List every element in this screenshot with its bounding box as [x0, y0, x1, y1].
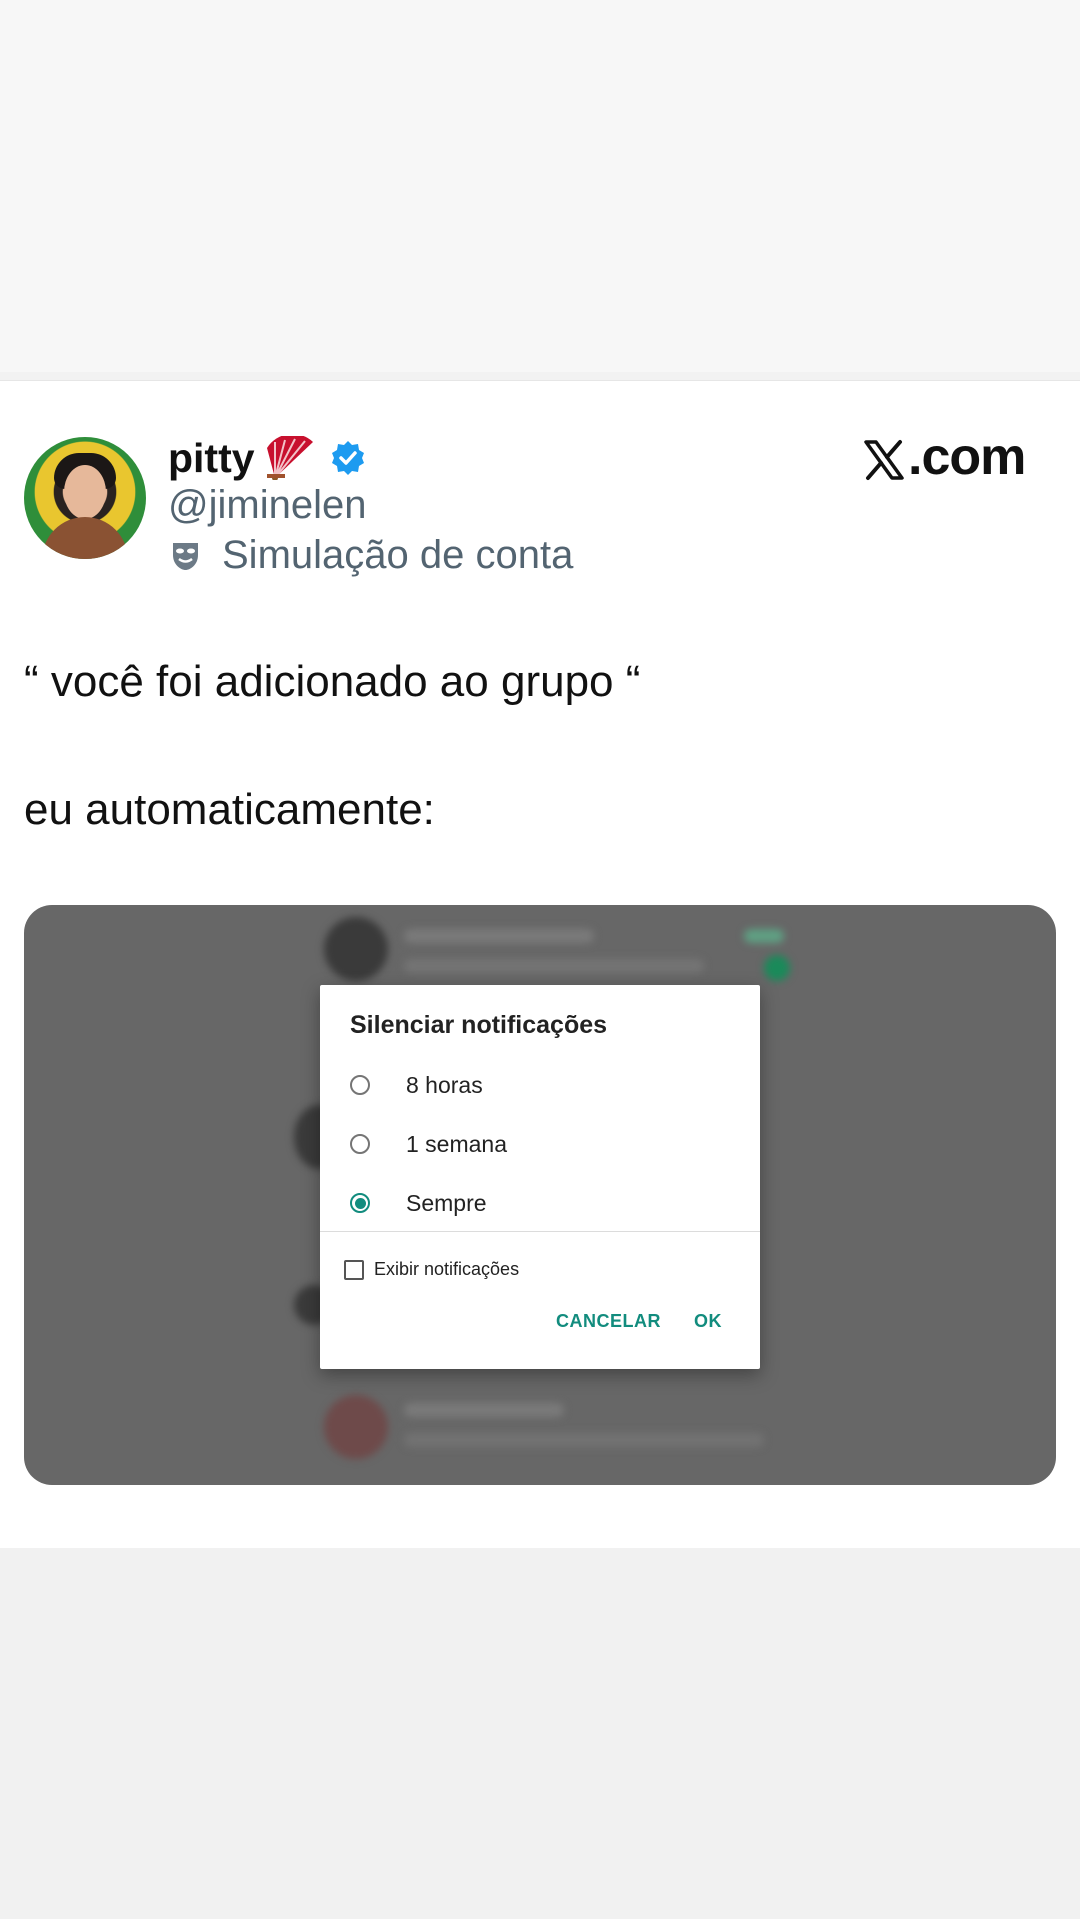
- avatar[interactable]: [24, 437, 146, 559]
- display-name[interactable]: pitty: [168, 435, 255, 482]
- radio-button[interactable]: [350, 1075, 370, 1095]
- name-row: pitty: [168, 433, 367, 483]
- ok-button[interactable]: OK: [694, 1311, 722, 1332]
- account-simulation-row: Simulação de conta: [170, 533, 573, 578]
- mute-notifications-dialog: Silenciar notificações 8 horas 1 semana …: [320, 985, 760, 1369]
- show-notifications-checkbox[interactable]: [344, 1259, 364, 1280]
- radio-button-selected[interactable]: [350, 1193, 370, 1213]
- brand-text: .com: [908, 428, 1026, 486]
- tweet-text-line-1: “ você foi adicionado ao grupo “: [24, 657, 641, 706]
- tweet-text-line-2: eu automaticamente:: [24, 785, 435, 834]
- option-label: 1 semana: [406, 1130, 508, 1157]
- tweet-media[interactable]: Silenciar notificações 8 horas 1 semana …: [24, 905, 1056, 1485]
- dialog-title: Silenciar notificações: [350, 1011, 608, 1039]
- user-handle[interactable]: @jiminelen: [168, 483, 366, 528]
- account-simulation-label: Simulação de conta: [222, 533, 574, 577]
- x-logo-icon: [862, 435, 906, 480]
- top-blank-area: [0, 0, 1080, 372]
- show-notifications-row[interactable]: Exibir notificações: [344, 1259, 519, 1280]
- option-label: 8 horas: [406, 1071, 483, 1098]
- option-label: Sempre: [406, 1189, 487, 1216]
- cancel-button[interactable]: CANCELAR: [556, 1311, 661, 1332]
- tweet-card: pitty @jiminelen Simulação de conta .com…: [0, 380, 1080, 1549]
- option-8-horas[interactable]: 8 horas: [350, 1065, 483, 1105]
- verified-badge-icon: [329, 439, 367, 477]
- bottom-blank-area: [0, 1548, 1080, 1919]
- option-sempre[interactable]: Sempre: [350, 1183, 487, 1223]
- performing-arts-mask-icon: [170, 539, 204, 573]
- divider: [320, 1231, 760, 1232]
- brand-xcom: .com: [862, 427, 1026, 487]
- checkbox-label: Exibir notificações: [374, 1259, 520, 1279]
- radio-button[interactable]: [350, 1134, 370, 1154]
- option-1-semana[interactable]: 1 semana: [350, 1124, 507, 1164]
- folding-fan-icon: [265, 433, 319, 481]
